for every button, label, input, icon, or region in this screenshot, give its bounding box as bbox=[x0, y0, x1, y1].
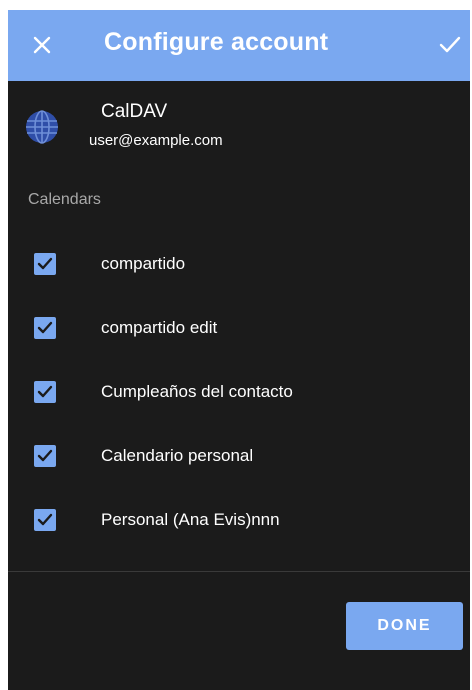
check-icon bbox=[439, 36, 461, 53]
calendar-label: compartido bbox=[101, 254, 186, 273]
calendar-checkbox[interactable] bbox=[34, 381, 56, 403]
footer-divider bbox=[8, 571, 470, 572]
check-icon bbox=[37, 513, 53, 526]
calendar-item-personal-ana-evis[interactable]: Personal (Ana Evis)nnn bbox=[8, 488, 470, 552]
account-email: user@example.com bbox=[89, 132, 223, 149]
app-bar: Configure account bbox=[8, 10, 470, 81]
calendar-list: compartido compartido edit Cumpleaños de… bbox=[8, 232, 470, 552]
calendar-label: Cumpleaños del contacto bbox=[101, 382, 293, 401]
page-title: Configure account bbox=[104, 28, 329, 56]
check-icon bbox=[37, 257, 53, 270]
calendar-item-calendario-personal[interactable]: Calendario personal bbox=[8, 424, 470, 488]
calendar-item-compartido-edit[interactable]: compartido edit bbox=[8, 296, 470, 360]
calendar-checkbox[interactable] bbox=[34, 253, 56, 275]
account-type: CalDAV bbox=[101, 101, 168, 122]
calendar-checkbox[interactable] bbox=[34, 445, 56, 467]
calendar-item-compartido[interactable]: compartido bbox=[8, 232, 470, 296]
calendar-label: Personal (Ana Evis)nnn bbox=[101, 510, 280, 529]
check-icon bbox=[37, 321, 53, 334]
account-header: CalDAV user@example.com bbox=[8, 81, 470, 171]
globe-icon bbox=[26, 110, 58, 144]
confirm-button[interactable] bbox=[432, 27, 468, 63]
done-button[interactable]: DONE bbox=[346, 602, 463, 650]
calendar-checkbox[interactable] bbox=[34, 317, 56, 339]
close-button[interactable] bbox=[24, 27, 60, 63]
calendar-item-cumpleanos[interactable]: Cumpleaños del contacto bbox=[8, 360, 470, 424]
calendar-checkbox[interactable] bbox=[34, 509, 56, 531]
calendar-label: Calendario personal bbox=[101, 446, 254, 465]
check-icon bbox=[37, 449, 53, 462]
check-icon bbox=[37, 385, 53, 398]
close-icon bbox=[33, 36, 51, 54]
calendar-label: compartido edit bbox=[101, 318, 218, 337]
calendars-section-label: Calendars bbox=[28, 191, 101, 208]
configure-account-screen: Configure account CalDAV user@example.co… bbox=[8, 10, 470, 690]
